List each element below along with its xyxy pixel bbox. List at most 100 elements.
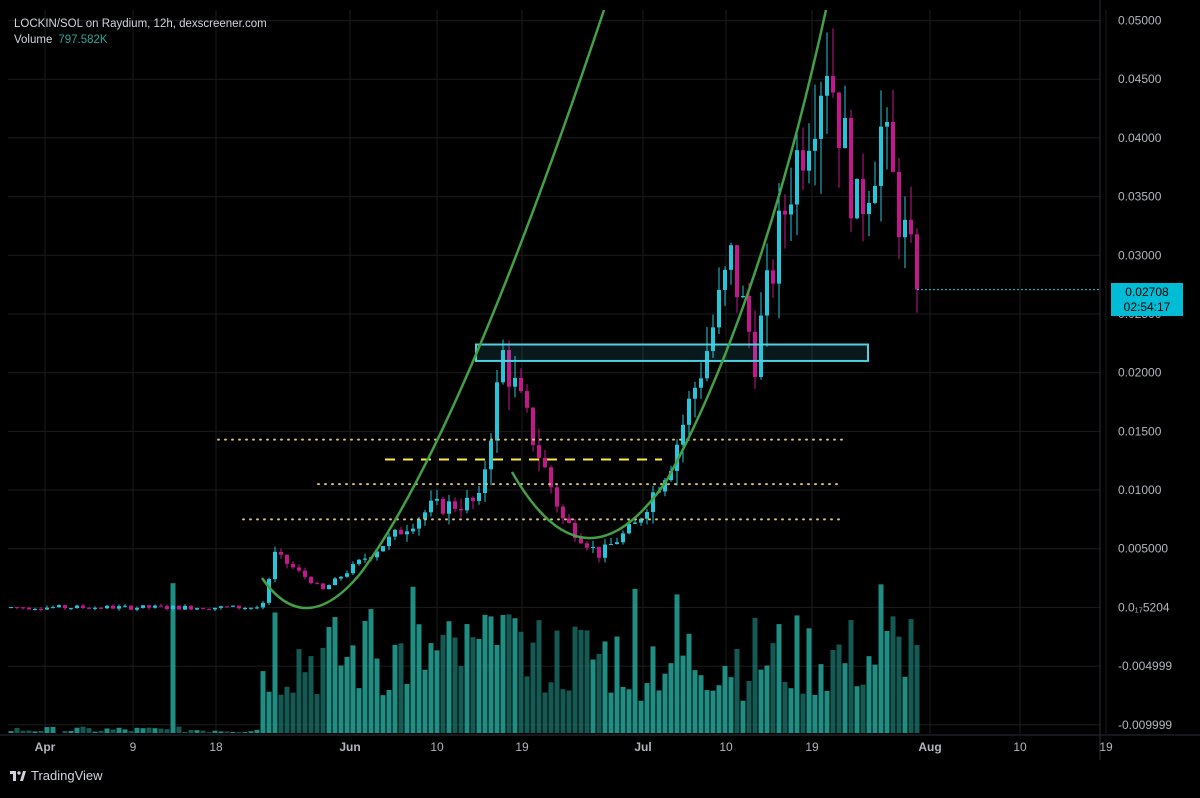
candle-body (867, 203, 871, 214)
candle (309, 576, 313, 585)
candle (813, 85, 817, 186)
candle-body (249, 608, 253, 609)
candle-body (777, 211, 781, 284)
candle-body (345, 573, 349, 576)
candle-body (111, 606, 115, 609)
volume-bar (915, 645, 920, 733)
volume-bar (879, 584, 884, 733)
candle-body (195, 608, 199, 609)
volume-bar (81, 727, 86, 733)
volume-bar (333, 617, 338, 733)
candle-body (471, 498, 475, 501)
volume-bar (33, 731, 38, 733)
volume-bar (747, 681, 752, 733)
volume-bar (579, 630, 584, 733)
candle-body (405, 531, 409, 534)
candle-body (357, 560, 361, 564)
volume-bar (177, 727, 182, 733)
candle-body (621, 533, 625, 542)
tradingview-logo-icon (10, 771, 26, 781)
candle (573, 519, 577, 542)
price-tick-label: 0.0₁₇5204 (1118, 600, 1170, 614)
volume-bar (411, 587, 416, 733)
candle (345, 570, 349, 578)
candle-body (615, 542, 619, 544)
volume-bar (111, 729, 116, 733)
volume-bar (843, 663, 848, 733)
volume-series (9, 583, 920, 733)
candle (561, 505, 565, 524)
volume-bar (909, 619, 914, 733)
candle-body (393, 530, 397, 537)
volume-bar (519, 632, 524, 733)
candle-body (135, 608, 139, 610)
tradingview-brand[interactable]: TradingView (10, 768, 103, 783)
bar-countdown: 02:54:17 (1111, 300, 1183, 315)
volume-bar (285, 687, 290, 733)
candle-body (591, 547, 595, 548)
candle-series (9, 28, 919, 611)
chart-canvas[interactable]: 0.050000.045000.040000.035000.030000.025… (0, 0, 1200, 793)
volume-bar (327, 627, 332, 733)
volume-bar (585, 630, 590, 733)
candle (189, 605, 193, 610)
candle (351, 561, 355, 575)
candle-body (819, 96, 823, 139)
volume-bar (351, 645, 356, 733)
candle-body (381, 546, 385, 551)
volume-bar (135, 728, 140, 733)
volume-bar (795, 615, 800, 733)
candle (315, 582, 319, 585)
candle (63, 605, 67, 610)
volume-bar (783, 682, 788, 733)
candle-body (87, 608, 91, 609)
time-axis: Apr918Jun1019Jul1019Aug1019 (35, 740, 1113, 754)
volume-bar (849, 620, 854, 733)
candle (75, 605, 79, 609)
volume-bar (399, 643, 404, 733)
candle-body (897, 172, 901, 237)
candle (759, 292, 763, 379)
time-tick-label: 19 (805, 740, 819, 754)
volume-bar (465, 624, 470, 733)
candle (69, 608, 73, 610)
volume-bar (435, 650, 440, 733)
volume-bar (375, 659, 380, 733)
candle-body (795, 150, 799, 204)
candle (45, 606, 49, 610)
volume-bar (807, 628, 812, 733)
candle-body (339, 577, 343, 579)
candle-body (585, 543, 589, 547)
candle (183, 604, 187, 610)
candle (147, 605, 151, 610)
volume-bar (189, 730, 194, 733)
volume-bar (753, 618, 758, 733)
volume-bar (423, 670, 428, 733)
candle-body (417, 519, 421, 528)
candle-body (75, 606, 79, 609)
candle (261, 601, 265, 609)
volume-bar (27, 731, 32, 733)
volume-bar (471, 637, 476, 733)
volume-value: 797.582K (58, 34, 107, 46)
volume-bar (501, 615, 506, 733)
candle-body (687, 399, 691, 425)
volume-bar (267, 692, 272, 733)
candle (219, 606, 223, 610)
candle (177, 606, 181, 610)
candle (459, 499, 463, 518)
resistance-box (476, 345, 868, 361)
candle (285, 554, 289, 568)
candle-body (885, 122, 889, 127)
volume-bar (663, 674, 668, 733)
volume-bar (63, 731, 68, 733)
candle-body (267, 579, 271, 603)
candle-body (213, 608, 217, 610)
volume-bar (21, 731, 26, 733)
candle-body (747, 296, 751, 332)
volume-bar (717, 685, 722, 733)
volume-bar (45, 727, 50, 733)
volume-bar (195, 730, 200, 733)
candle (33, 608, 37, 611)
candlestick-chart[interactable]: 0.050000.045000.040000.035000.030000.025… (0, 0, 1200, 793)
